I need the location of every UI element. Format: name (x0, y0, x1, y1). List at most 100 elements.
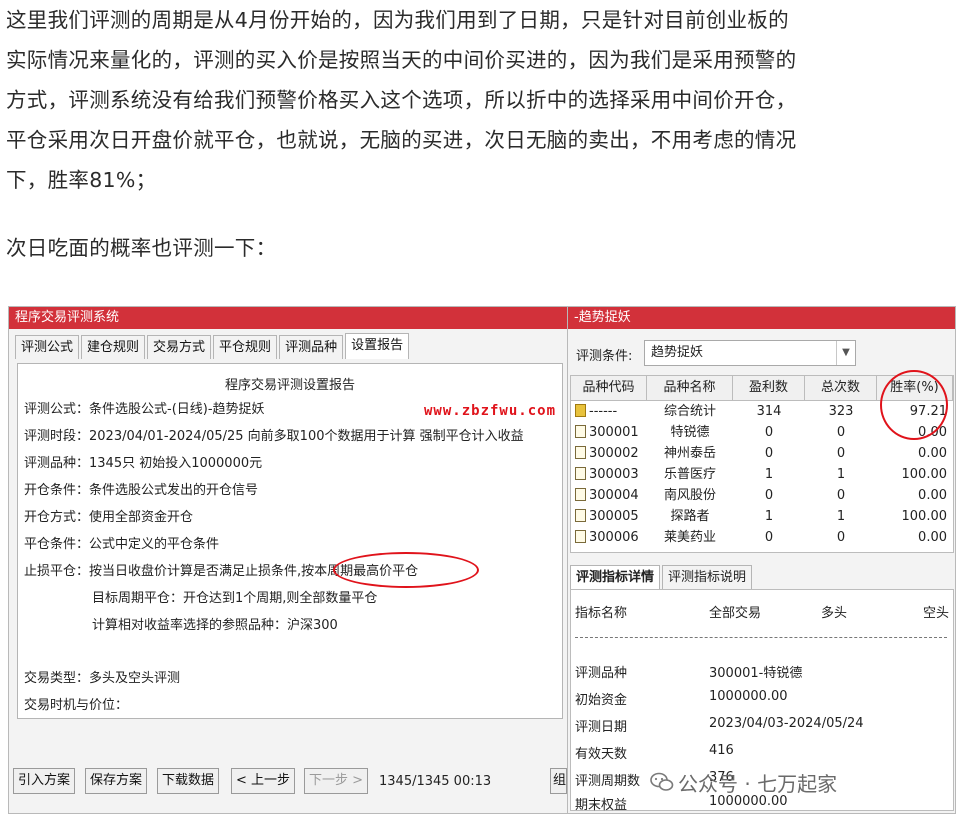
detail-row-value: 300001-特锐德 (709, 666, 803, 681)
chevron-down-icon[interactable]: ▼ (836, 341, 855, 365)
report-line: 评测公式：条件选股公式-(日线)-趋势捉妖 (24, 402, 265, 417)
detail-tabs: 评测指标详情 评测指标说明 (570, 565, 754, 589)
table-cell-rate: 100.00 (877, 464, 953, 485)
results-window-title: -趋势捉妖 (568, 307, 955, 329)
table-cell-name: 特锐德 (647, 422, 733, 443)
cell-text: 乐普医疗 (663, 467, 716, 482)
cell-text: 100.00 (901, 509, 948, 524)
detail-row-label: 有效天数 (575, 747, 628, 762)
tab-instruments[interactable]: 评测品种 (279, 335, 344, 359)
condition-select-value: 趋势捉妖 (651, 345, 704, 360)
table-row[interactable]: 300005 探路者 1 1 100.00 (571, 506, 953, 527)
detail-header-name: 指标名称 (575, 606, 628, 621)
report-line: 平仓条件：公式中定义的平仓条件 (24, 537, 220, 552)
report-line: 交易类型：多头及空头评测 (24, 671, 181, 686)
article-paragraph-line: 这里我们评测的周期是从4月份开始的，因为我们用到了日期，只是针对目前创业板的 (6, 8, 789, 32)
table-cell-profit: 1 (733, 464, 805, 485)
stock-folder-icon (575, 404, 586, 417)
report-line: 开仓方式：使用全部资金开仓 (24, 510, 194, 525)
evaluation-system-window: 程序交易评测系统 评测公式 建仓规则 交易方式 平仓规则 评测品种 设置报告 程… (8, 306, 568, 814)
cell-text: 100.00 (901, 467, 948, 482)
report-title: 程序交易评测设置报告 (224, 378, 355, 393)
cell-text: 300001 (589, 425, 639, 440)
cell-text: 1 (764, 467, 774, 482)
cell-text: 莱美药业 (663, 530, 716, 545)
table-cell-profit: 1 (733, 506, 805, 527)
group-button[interactable]: 组 (550, 768, 567, 794)
table-cell-profit: 314 (733, 401, 805, 422)
table-cell-profit: 0 (733, 527, 805, 548)
detail-row-value: 2023/04/03-2024/05/24 (709, 716, 864, 731)
detail-header-long: 多头 (821, 606, 848, 621)
tab-close-rules[interactable]: 平仓规则 (213, 335, 278, 359)
table-cell-total: 1 (805, 506, 877, 527)
table-cell-code: 300004 (571, 485, 647, 506)
progress-status: 1345/1345 00:13 (379, 774, 492, 789)
table-cell-rate: 100.00 (877, 506, 953, 527)
article-body: 这里我们评测的周期是从4月份开始的，因为我们用到了日期，只是针对目前创业板的 实… (6, 0, 966, 200)
table-cell-code: 300002 (571, 443, 647, 464)
wechat-icon (650, 772, 674, 791)
save-scheme-button[interactable]: 保存方案 (85, 768, 148, 794)
table-cell-name: 神州泰岳 (647, 443, 733, 464)
table-cell-name: 莱美药业 (647, 527, 733, 548)
download-data-button[interactable]: 下载数据 (157, 768, 220, 794)
cell-text: 300003 (589, 467, 639, 482)
next-step-button[interactable]: 下一步 > (304, 768, 369, 794)
cell-text: 0 (764, 530, 774, 545)
stock-folder-icon (575, 425, 586, 438)
tab-settings-report[interactable]: 设置报告 (345, 333, 410, 359)
prev-step-button[interactable]: < 上一步 (231, 768, 296, 794)
detail-divider (575, 637, 947, 638)
table-cell-total: 0 (805, 485, 877, 506)
table-row[interactable]: 300002 神州泰岳 0 0 0.00 (571, 443, 953, 464)
tab-position-rules[interactable]: 建仓规则 (81, 335, 146, 359)
table-cell-total: 0 (805, 443, 877, 464)
condition-label: 评测条件: (576, 349, 633, 364)
settings-tabs: 评测公式 建仓规则 交易方式 平仓规则 评测品种 设置报告 (15, 333, 411, 359)
cell-text: 1 (836, 467, 846, 482)
report-line: 交易时机与价位： (24, 698, 129, 713)
url-watermark: www.zbzfwu.com (424, 403, 557, 419)
account-watermark: 公众号 · 七万起家 (678, 772, 838, 796)
table-row[interactable]: 300004 南风股份 0 0 0.00 (571, 485, 953, 506)
table-cell-rate: 0.00 (877, 443, 953, 464)
table-row[interactable]: 300003 乐普医疗 1 1 100.00 (571, 464, 953, 485)
cell-text: 综合统计 (663, 404, 716, 419)
table-cell-profit: 0 (733, 485, 805, 506)
cell-text: 0.00 (918, 446, 947, 461)
article-paragraph-line: 平仓采用次日开盘价就平仓，也就说，无脑的买进，次日无脑的卖出，不用考虑的情况 (6, 128, 797, 152)
annotation-circle (333, 552, 479, 588)
tab-trade-mode[interactable]: 交易方式 (147, 335, 212, 359)
cell-text: 314 (756, 404, 782, 419)
cell-text: 0.00 (918, 488, 947, 503)
cell-text: 0.00 (918, 530, 947, 545)
detail-header-all: 全部交易 (709, 606, 762, 621)
table-row[interactable]: 300006 莱美药业 0 0 0.00 (571, 527, 953, 548)
report-line: 评测品种：1345只 初始投入1000000元 (24, 456, 263, 471)
cell-text: 0 (764, 488, 774, 503)
table-cell-rate: 0.00 (877, 485, 953, 506)
column-header-name[interactable]: 品种名称 (647, 376, 733, 400)
import-scheme-button[interactable]: 引入方案 (13, 768, 76, 794)
column-header-profit[interactable]: 盈利数 (733, 376, 805, 400)
column-header-total[interactable]: 总次数 (805, 376, 877, 400)
cell-text: 300005 (589, 509, 639, 524)
cell-text: 0 (836, 446, 846, 461)
cell-text: 0 (836, 530, 846, 545)
column-header-code[interactable]: 品种代码 (571, 376, 647, 400)
table-cell-total: 1 (805, 464, 877, 485)
tab-indicator-details[interactable]: 评测指标详情 (570, 565, 661, 589)
table-cell-name: 综合统计 (647, 401, 733, 422)
detail-row-value: 1000000.00 (709, 689, 788, 704)
cell-text: 特锐德 (670, 425, 710, 440)
wizard-toolbar: 引入方案 保存方案 下载数据 < 上一步 下一步 > 1345/1345 00:… (9, 762, 567, 812)
detail-row-label: 评测日期 (575, 720, 628, 735)
condition-select[interactable]: 趋势捉妖 ▼ (644, 340, 856, 366)
table-cell-total: 323 (805, 401, 877, 422)
tab-formula[interactable]: 评测公式 (15, 335, 80, 359)
tab-indicator-notes[interactable]: 评测指标说明 (662, 565, 753, 589)
annotation-circle (880, 370, 948, 440)
cell-text: 1 (836, 509, 846, 524)
table-cell-code: 300005 (571, 506, 647, 527)
